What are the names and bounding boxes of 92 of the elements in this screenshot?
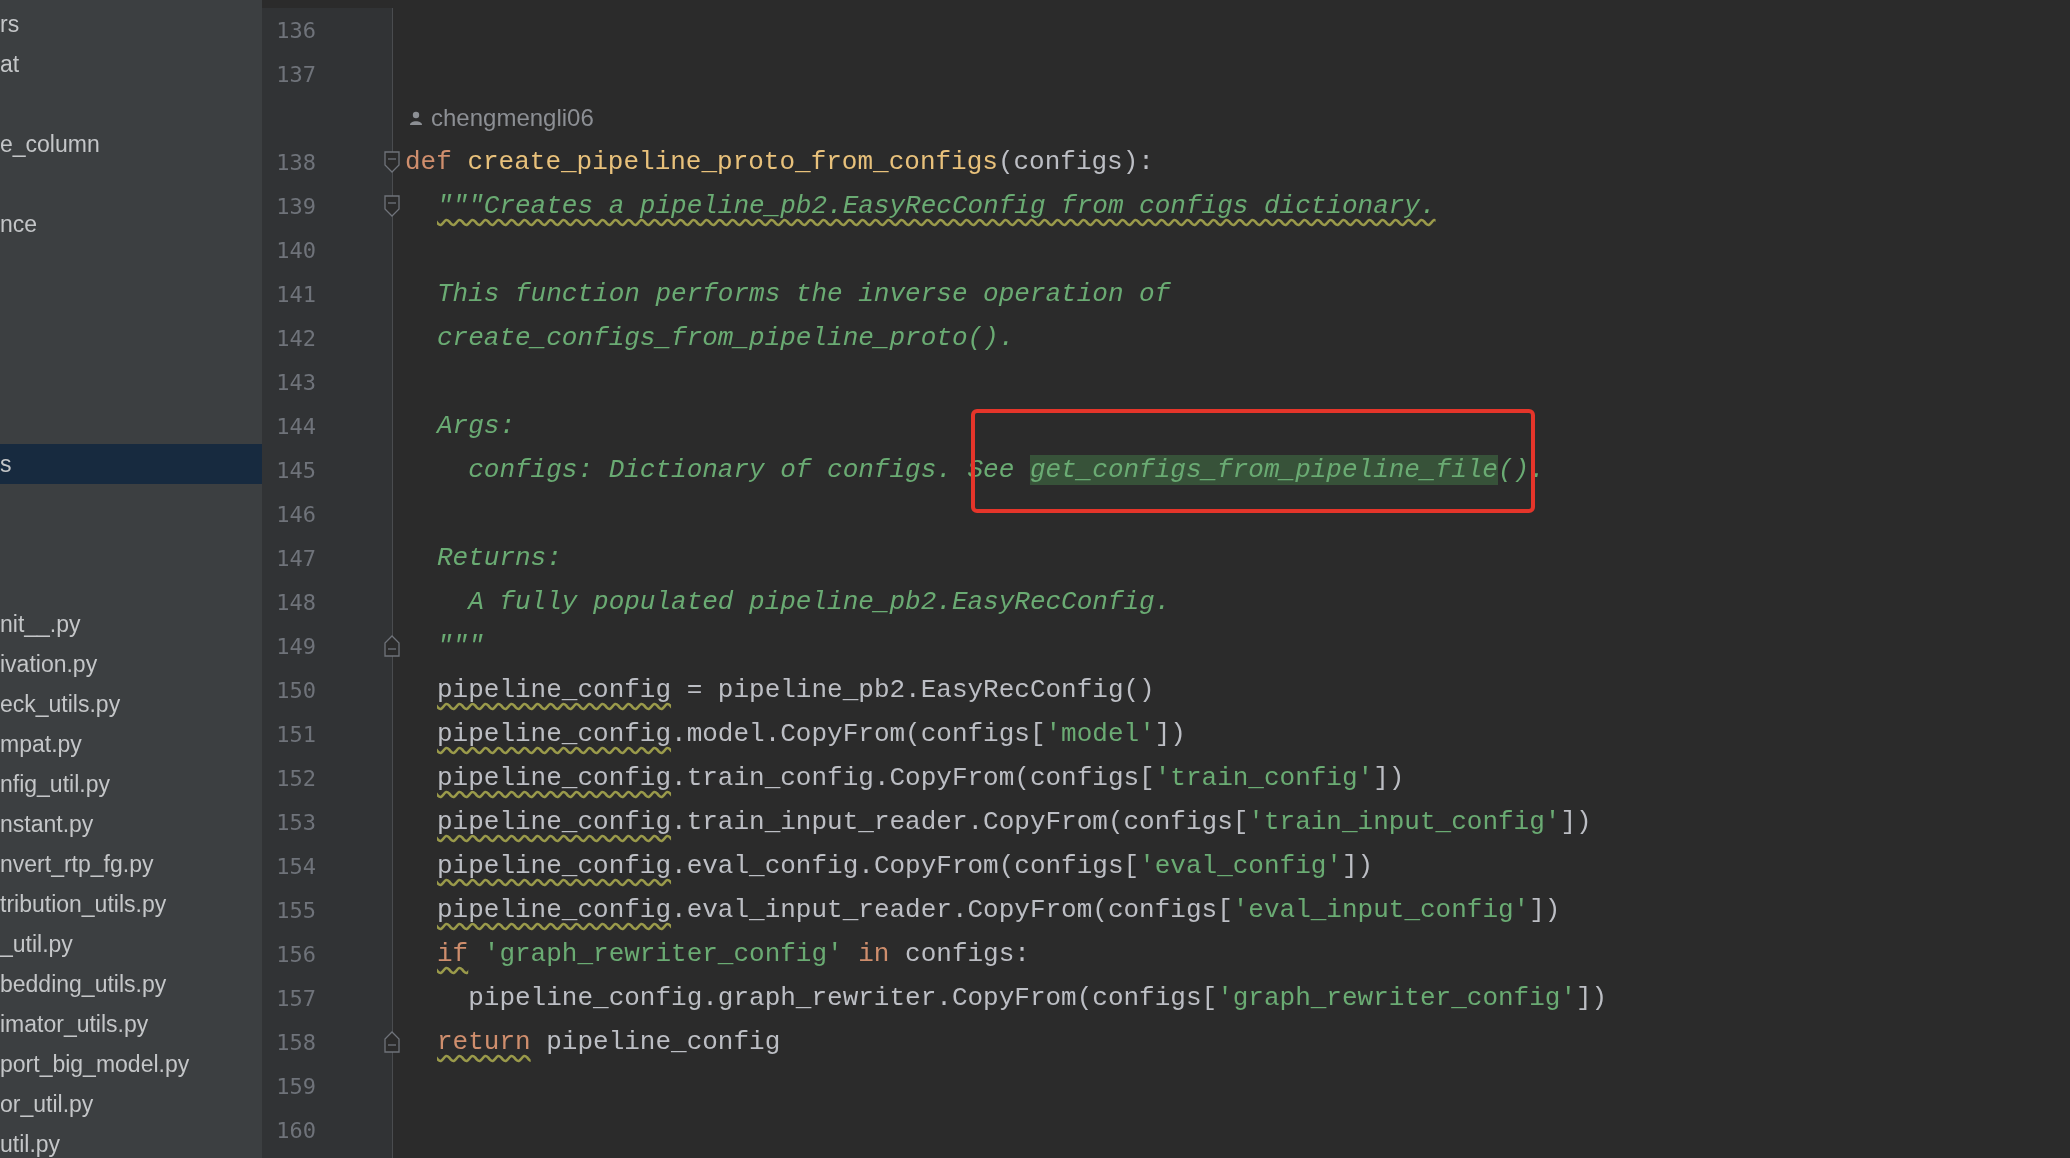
code-text: pipeline_config [437,805,672,839]
code-text: .train_config.CopyFrom(configs[ [671,761,1155,795]
line-number: 140 [276,236,316,265]
code-text: ]) [1154,717,1186,751]
fold-marker-icon[interactable] [384,635,400,657]
code-text: pipeline_config [437,893,672,927]
code-text: pipeline_config.graph_rewriter.CopyFrom(configs[ [467,981,1218,1015]
highlighted-code: get_configs_from_pipeline_file [1029,454,1498,485]
file-name[interactable]: e_column [0,126,100,162]
code-text: A fully populated pipeline_pb2.EasyRecConfig. [466,585,1171,619]
file-name[interactable]: rs [0,6,20,42]
code-text: create_pipeline_proto_from_configs [467,145,998,179]
code-text: 'graph_rewriter_config' [1217,981,1576,1015]
file-name[interactable]: tribution_utils.py [0,886,167,922]
file-name[interactable]: util.py [0,1126,61,1158]
file-name[interactable]: nvert_rtp_fg.py [0,846,154,882]
line-number: 151 [276,720,316,749]
file-name[interactable]: mpat.py [0,726,82,762]
code-text: configs: [904,937,1030,971]
file-name[interactable]: port_big_model.py [0,1046,190,1082]
code-text: return [437,1025,531,1059]
code-text: 'graph_rewriter_config' [483,937,843,971]
code-text: .eval_config.CopyFrom(configs[ [671,849,1140,883]
line-number: 153 [276,808,316,837]
file-name[interactable]: nfig_util.py [0,766,110,802]
code-text: 'train_input_config' [1248,805,1561,839]
selected-row[interactable]: s [0,444,262,484]
code-text: 'eval_config' [1139,849,1342,883]
line-number: 152 [276,764,316,793]
code-text: ]) [1529,893,1561,927]
code-text: ]) [1560,805,1592,839]
line-number: 145 [276,456,316,485]
file-name[interactable]: or_util.py [0,1086,94,1122]
line-number: 156 [276,940,316,969]
author-hint[interactable]: chengmengli06 [431,100,594,136]
line-number: 148 [276,588,316,617]
fold-marker-icon[interactable] [384,151,400,173]
code-text: pipeline_config [437,761,672,795]
line-number: 143 [276,368,316,397]
code-text: Returns: [437,541,562,575]
line-number: 154 [276,852,316,881]
line-number: 150 [276,676,316,705]
file-name[interactable]: nstant.py [0,806,94,842]
code-text: pipeline_config [545,1025,781,1059]
line-number: 141 [276,280,316,309]
code-text: (configs): [997,145,1154,179]
line-number: 147 [276,544,316,573]
file-name[interactable]: _util.py [0,926,73,962]
code-text: Args: [437,409,515,443]
code-text: ]) [1373,761,1405,795]
code-text: """Creates a pipeline_pb2.EasyRecConfig from configs dictionary. [437,189,1436,223]
code-text: create_configs_from_pipeline_proto(). [437,321,1015,355]
file-name[interactable]: eck_utils.py [0,686,121,722]
code-text: 'model' [1045,717,1155,751]
code-text: in [858,937,890,971]
file-name[interactable]: at [0,46,20,82]
line-number: 144 [276,412,316,441]
line-number: 137 [276,60,316,89]
code-text: 'eval_input_config' [1232,893,1530,927]
code-text: """ [437,629,484,663]
code-text: .train_input_reader.CopyFrom(configs[ [671,805,1249,839]
file-name[interactable]: imator_utils.py [0,1006,149,1042]
line-number: 160 [276,1116,316,1145]
file-name[interactable]: nce [0,206,38,242]
line-number: 138 [276,148,316,177]
code-text: 'train_config' [1154,761,1374,795]
fold-marker-icon[interactable] [384,1031,400,1053]
file-name[interactable]: bedding_utils.py [0,966,167,1002]
line-number: 149 [276,632,316,661]
code-text: ]) [1341,849,1374,883]
line-number: 142 [276,324,316,353]
fold-marker-icon[interactable] [384,195,400,217]
code-text: def [405,145,452,179]
line-number: 139 [276,192,316,221]
code-text: .model.CopyFrom(configs[ [671,717,1046,751]
line-number: 157 [276,984,316,1013]
code-text: pipeline_config [437,717,672,751]
file-name[interactable]: nit__.py [0,606,81,642]
code-text: This function performs the inverse operation of [437,277,1171,311]
code-text: .eval_input_reader.CopyFrom(configs[ [671,893,1233,927]
line-number: 146 [276,500,316,529]
code-text: pipeline_config [437,849,672,883]
line-number: 159 [276,1072,316,1101]
file-name[interactable]: ivation.py [0,646,98,682]
code-text: ]) [1576,981,1608,1015]
code-text: if [437,937,469,971]
line-number: 158 [276,1028,316,1057]
line-number: 155 [276,896,316,925]
code-text: pipeline_config [437,673,672,707]
person-icon [409,111,423,125]
code-text: = pipeline_pb2.EasyRecConfig() [685,673,1155,707]
line-number: 136 [276,16,316,45]
